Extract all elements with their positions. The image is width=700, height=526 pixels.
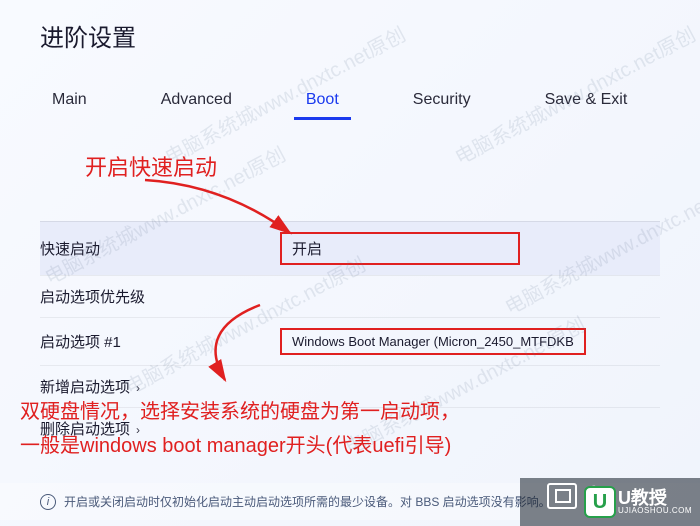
- brand-logo-2: U U教授 UJIAOSHOU.COM: [584, 486, 692, 518]
- annotation-line-2: 一般是windows boot manager开头(代表uefi引导): [20, 429, 460, 463]
- setting-boot-priority-label: 启动选项优先级: [40, 286, 280, 307]
- tab-boot[interactable]: Boot: [294, 83, 351, 120]
- setting-fast-boot-value[interactable]: 开启: [280, 232, 660, 265]
- brand-logo-2-en: UJIAOSHOU.COM: [618, 507, 692, 515]
- setting-boot-priority: 启动选项优先级: [40, 275, 660, 317]
- annotation-line-1: 双硬盘情况，选择安装系统的硬盘为第一启动项，: [20, 395, 460, 429]
- help-text: 开启或关闭启动时仅初始化启动主动启动选项所需的最少设备。对 BBS 启动选项没有…: [64, 493, 551, 510]
- setting-add-boot-option-label: 新增启动选项›: [40, 376, 280, 397]
- chevron-right-icon: ›: [136, 381, 140, 395]
- setting-boot-option-1-label: 启动选项 #1: [40, 331, 280, 352]
- info-icon: i: [40, 494, 56, 510]
- setting-boot-option-1[interactable]: 启动选项 #1 Windows Boot Manager (Micron_245…: [40, 317, 660, 365]
- annotation-boot-option: 双硬盘情况，选择安装系统的硬盘为第一启动项， 一般是windows boot m…: [20, 395, 460, 463]
- page-title: 进阶设置: [0, 0, 700, 63]
- computer-icon: [547, 483, 577, 509]
- highlight-box: 开启: [280, 232, 520, 265]
- tab-save-exit[interactable]: Save & Exit: [533, 83, 640, 120]
- brand-logo-2-cn: U教授: [618, 489, 692, 507]
- brand-logo-2-icon: U: [584, 486, 616, 518]
- tab-security[interactable]: Security: [401, 83, 483, 120]
- setting-fast-boot-label: 快速启动: [40, 238, 280, 259]
- tab-main[interactable]: Main: [40, 83, 99, 120]
- highlight-box: Windows Boot Manager (Micron_2450_MTFDKB: [280, 328, 586, 355]
- setting-fast-boot[interactable]: 快速启动 开启: [40, 221, 660, 275]
- tab-advanced[interactable]: Advanced: [149, 83, 244, 120]
- annotation-fast-boot: 开启快速启动: [85, 150, 217, 182]
- setting-boot-option-1-value[interactable]: Windows Boot Manager (Micron_2450_MTFDKB: [280, 328, 660, 355]
- tab-bar: Main Advanced Boot Security Save & Exit: [0, 63, 700, 121]
